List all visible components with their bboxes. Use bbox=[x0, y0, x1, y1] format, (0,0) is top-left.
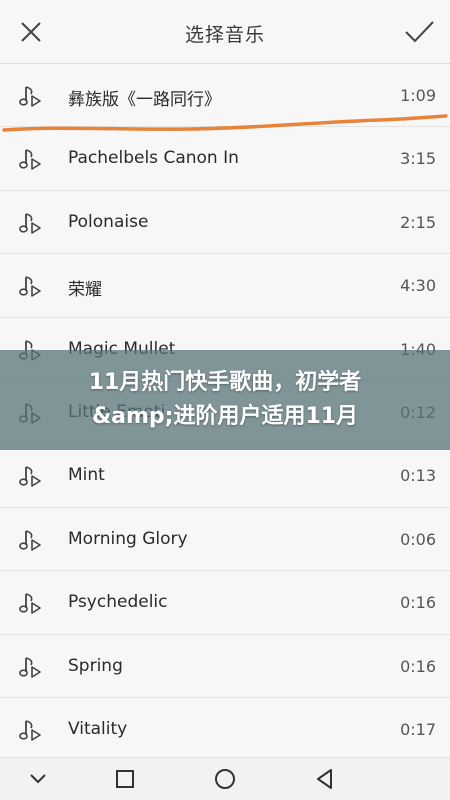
song-duration: 0:06 bbox=[400, 529, 436, 549]
song-duration: 0:16 bbox=[400, 593, 436, 613]
music-note-icon bbox=[17, 654, 43, 680]
list-item[interactable]: 荣耀 4:30 bbox=[0, 254, 450, 318]
music-note-icon bbox=[17, 83, 43, 109]
list-item[interactable]: Psychedelic 0:16 bbox=[0, 571, 450, 635]
song-title: Mint bbox=[68, 465, 105, 486]
music-note-icon bbox=[17, 590, 43, 616]
list-item[interactable]: Vitality 0:17 bbox=[0, 697, 450, 762]
song-title: Morning Glory bbox=[68, 528, 188, 549]
music-note-icon bbox=[17, 527, 43, 553]
song-title: 彝族版《一路同行》 bbox=[68, 90, 221, 110]
song-duration: 4:30 bbox=[400, 276, 436, 296]
title-overlay-banner: 11月热门快手歌曲，初学者 &amp;进阶用户适用11月 bbox=[0, 350, 450, 450]
title-bar: 选择音乐 bbox=[0, 0, 450, 64]
square-icon[interactable] bbox=[112, 766, 138, 792]
banner-line-2: &amp;进阶用户适用11月 bbox=[91, 404, 359, 429]
song-duration: 2:15 bbox=[400, 212, 436, 232]
song-title: Polonaise bbox=[68, 211, 149, 232]
song-duration: 0:13 bbox=[400, 466, 436, 486]
music-note-icon bbox=[17, 463, 43, 489]
back-triangle-icon[interactable] bbox=[312, 766, 338, 792]
song-title: Psychedelic bbox=[68, 592, 168, 613]
list-item[interactable]: Polonaise 2:15 bbox=[0, 190, 450, 255]
music-note-icon bbox=[17, 273, 43, 299]
song-duration: 0:17 bbox=[400, 719, 436, 739]
circle-icon[interactable] bbox=[212, 766, 238, 792]
list-item[interactable]: Morning Glory 0:06 bbox=[0, 507, 450, 572]
song-duration: 0:16 bbox=[400, 656, 436, 676]
song-title: Pachelbels Canon In bbox=[68, 148, 239, 169]
music-note-icon bbox=[17, 146, 43, 172]
banner-line-1: 11月热门快手歌曲，初学者 bbox=[88, 370, 362, 395]
list-item[interactable]: Spring 0:16 bbox=[0, 634, 450, 698]
song-title: 荣耀 bbox=[68, 280, 102, 301]
song-duration: 1:09 bbox=[400, 86, 436, 105]
check-icon[interactable] bbox=[401, 14, 437, 50]
list-item[interactable]: 彝族版《一路同行》 1:09 bbox=[0, 64, 450, 128]
list-item[interactable]: Pachelbels Canon In 3:15 bbox=[0, 127, 450, 191]
page-title: 选择音乐 bbox=[184, 24, 265, 46]
song-title: Spring bbox=[68, 655, 123, 676]
system-navigation-bar bbox=[0, 757, 450, 800]
music-note-icon bbox=[17, 210, 43, 236]
song-duration: 3:15 bbox=[400, 149, 436, 169]
list-item[interactable]: Mint 0:13 bbox=[0, 444, 450, 508]
chevron-down-icon[interactable] bbox=[25, 766, 51, 792]
song-title: Vitality bbox=[68, 718, 128, 739]
music-note-icon bbox=[17, 717, 43, 743]
